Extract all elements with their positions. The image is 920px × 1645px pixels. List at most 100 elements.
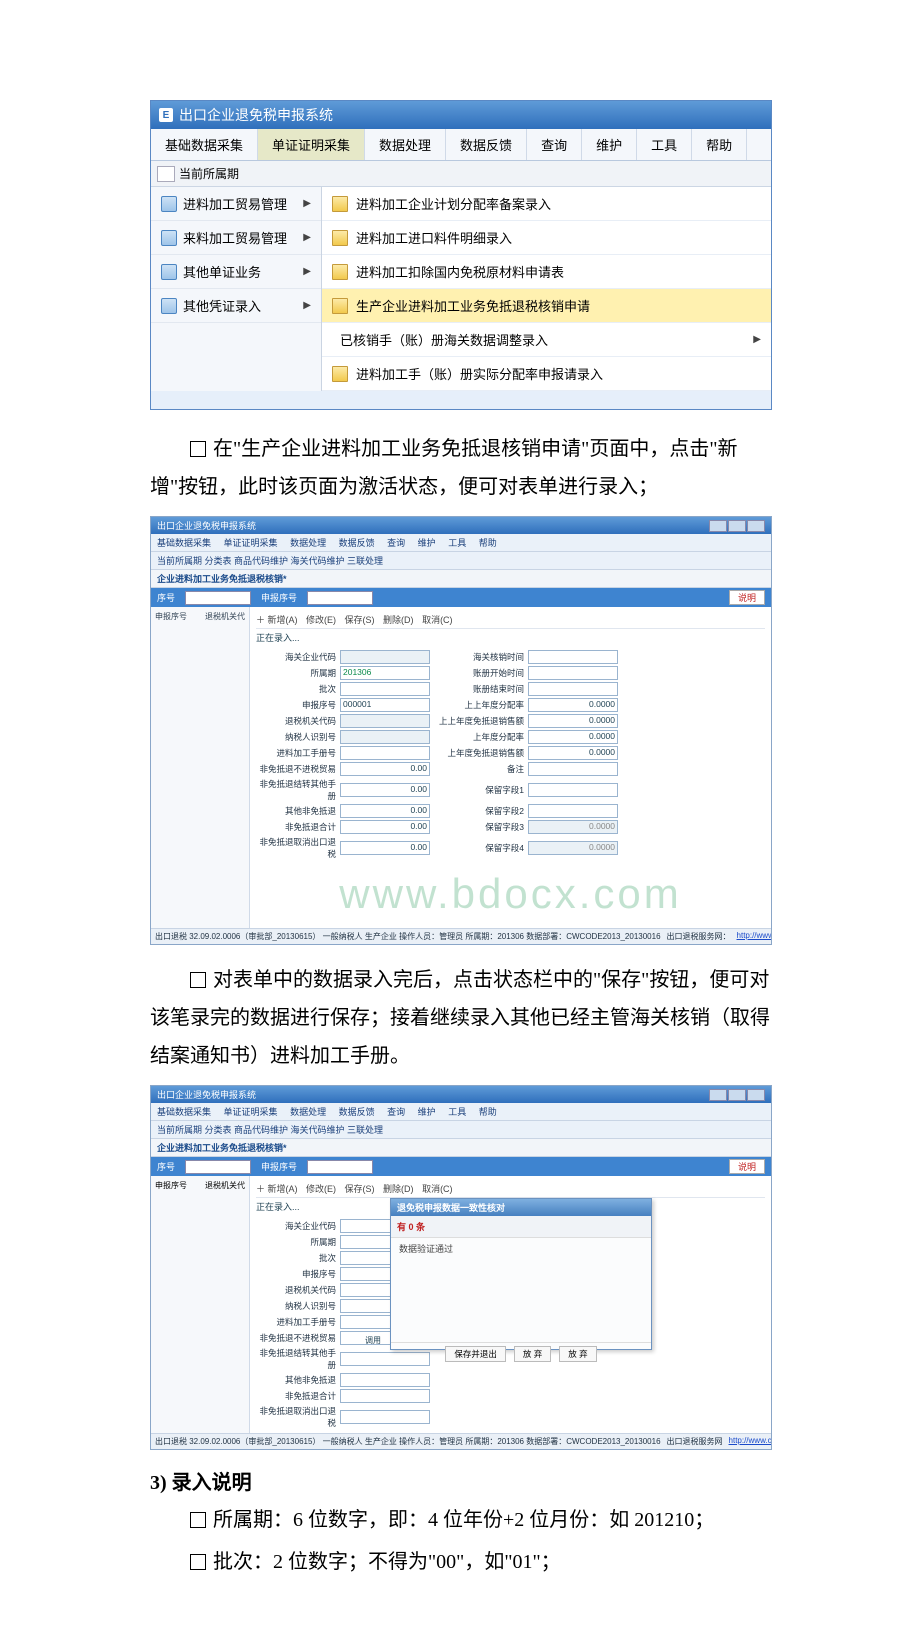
menu-item[interactable]: 数据处理 bbox=[290, 538, 326, 548]
add-button[interactable]: ＋ 新增(A) bbox=[256, 615, 298, 625]
field-value[interactable]: 0.00 bbox=[340, 841, 430, 855]
app-title: 出口企业退免税申报系统 bbox=[179, 105, 333, 125]
cancel-button[interactable]: 取消(C) bbox=[422, 615, 453, 625]
menu-item[interactable]: 帮助 bbox=[479, 1107, 497, 1117]
submenu-right-item-3[interactable]: 生产企业进料加工业务免抵退税核销申请 bbox=[322, 289, 771, 323]
dialog-discard-button[interactable]: 放 弃 bbox=[559, 1346, 596, 1362]
edit-button[interactable]: 修改(E) bbox=[306, 615, 336, 625]
field-value[interactable]: 000001 bbox=[340, 698, 430, 712]
menu-item[interactable]: 数据反馈 bbox=[339, 1107, 375, 1117]
field-value[interactable]: 0.0000 bbox=[528, 730, 618, 744]
cancel-button[interactable]: 取消(C) bbox=[422, 1184, 453, 1194]
filter-input-1[interactable] bbox=[185, 591, 251, 605]
field-value[interactable] bbox=[528, 762, 618, 776]
filter-input-2[interactable] bbox=[307, 1160, 373, 1174]
help-button[interactable]: 说明 bbox=[729, 590, 765, 605]
menu-item[interactable]: 数据反馈 bbox=[339, 538, 375, 548]
filter-input-1[interactable] bbox=[185, 1160, 251, 1174]
menu-item[interactable]: 工具 bbox=[448, 1107, 466, 1117]
menu-item[interactable]: 基础数据采集 bbox=[157, 538, 211, 548]
field-value[interactable] bbox=[528, 682, 618, 696]
field-value[interactable]: 0.0000 bbox=[528, 714, 618, 728]
field-value[interactable] bbox=[340, 714, 430, 728]
window-footer bbox=[151, 391, 771, 409]
menu-item[interactable]: 帮助 bbox=[479, 538, 497, 548]
field-value[interactable]: 0.0000 bbox=[528, 746, 618, 760]
field-value[interactable] bbox=[340, 1389, 430, 1403]
menu-item-1[interactable]: 单证证明采集 bbox=[258, 129, 365, 160]
add-button[interactable]: ＋ 新增(A) bbox=[256, 1184, 298, 1194]
field-value[interactable]: 201306 bbox=[340, 666, 430, 680]
field-value[interactable] bbox=[528, 666, 618, 680]
filter-input-2[interactable] bbox=[307, 591, 373, 605]
dialog-cancel-button[interactable]: 放 弃 bbox=[514, 1346, 551, 1362]
section-heading: 3) 录入说明 bbox=[150, 1466, 770, 1495]
menu-item-3[interactable]: 数据反馈 bbox=[446, 129, 527, 160]
field-value[interactable] bbox=[340, 650, 430, 664]
menu-item[interactable]: 查询 bbox=[387, 538, 405, 548]
field-value[interactable]: 0.0000 bbox=[528, 698, 618, 712]
delete-button[interactable]: 删除(D) bbox=[383, 615, 414, 625]
toolbar-label: 当前所属期 bbox=[179, 165, 239, 182]
status-link[interactable]: http://www.chinachts.com/showcn/vshowcn/… bbox=[737, 931, 771, 942]
field-label: 备注 bbox=[434, 763, 524, 775]
help-button[interactable]: 说明 bbox=[729, 1159, 765, 1174]
menu-item-4[interactable]: 查询 bbox=[527, 129, 582, 160]
menu-item[interactable]: 工具 bbox=[448, 538, 466, 548]
field-value[interactable] bbox=[528, 783, 618, 797]
field-value[interactable]: 0.0000 bbox=[528, 841, 618, 855]
validation-dialog: 退免税申报数据一致性核对 有 0 条 数据验证通过 保存并退出 放 弃 放 弃 … bbox=[390, 1198, 652, 1350]
menu-item-2[interactable]: 数据处理 bbox=[365, 129, 446, 160]
active-tab[interactable]: 企业进料加工业务免抵退税核销* bbox=[151, 1139, 771, 1157]
paragraph-text: 在"生产企业进料加工业务免抵退核销申请"页面中，点击"新增"按钮，此时该页面为激… bbox=[150, 438, 738, 498]
submenu-right-item-5[interactable]: 进料加工手（账）册实际分配率申报请录入 bbox=[322, 357, 771, 391]
delete-button[interactable]: 删除(D) bbox=[383, 1184, 414, 1194]
field-value[interactable] bbox=[528, 804, 618, 818]
menu-item-6[interactable]: 工具 bbox=[637, 129, 692, 160]
column-header: 申报序号 bbox=[155, 1180, 187, 1191]
menu-item[interactable]: 维护 bbox=[418, 1107, 436, 1117]
save-button[interactable]: 保存(S) bbox=[345, 615, 375, 625]
menu-item[interactable]: 查询 bbox=[387, 1107, 405, 1117]
menu-item-7[interactable]: 帮助 bbox=[692, 129, 747, 160]
submenu-left-item-3[interactable]: 其他凭证录入 ▶ bbox=[151, 289, 321, 323]
save-button[interactable]: 保存(S) bbox=[345, 1184, 375, 1194]
field-label: 上年度分配率 bbox=[434, 731, 524, 743]
menu-item-0[interactable]: 基础数据采集 bbox=[151, 129, 258, 160]
field-value[interactable] bbox=[340, 1373, 430, 1387]
field-value[interactable] bbox=[340, 746, 430, 760]
field-value[interactable]: 0.00 bbox=[340, 820, 430, 834]
field-value[interactable]: 0.00 bbox=[340, 783, 430, 797]
menu-item[interactable]: 单证证明采集 bbox=[224, 1107, 278, 1117]
dialog-save-button[interactable]: 保存并退出 bbox=[445, 1346, 506, 1362]
edit-button[interactable]: 修改(E) bbox=[306, 1184, 336, 1194]
filter-label: 序号 bbox=[157, 591, 175, 604]
menu-item-5[interactable]: 维护 bbox=[582, 129, 637, 160]
field-value[interactable]: 0.00 bbox=[340, 762, 430, 776]
field-value[interactable] bbox=[528, 650, 618, 664]
field-value[interactable] bbox=[340, 1410, 430, 1424]
menu-item[interactable]: 基础数据采集 bbox=[157, 1107, 211, 1117]
submenu-left-item-2[interactable]: 其他单证业务 ▶ bbox=[151, 255, 321, 289]
menu-item[interactable]: 数据处理 bbox=[290, 1107, 326, 1117]
checkbox-icon bbox=[190, 441, 206, 457]
submenu-right-item-2[interactable]: 进料加工扣除国内免税原材料申请表 bbox=[322, 255, 771, 289]
field-value[interactable]: 0.00 bbox=[340, 804, 430, 818]
active-tab[interactable]: 企业进料加工业务免抵退税核销* bbox=[151, 570, 771, 588]
column-header: 退税机关代 bbox=[205, 611, 245, 622]
menu-item[interactable]: 维护 bbox=[418, 538, 436, 548]
menu-item[interactable]: 单证证明采集 bbox=[224, 538, 278, 548]
submenu-right-item-1[interactable]: 进料加工进口料件明细录入 bbox=[322, 221, 771, 255]
submenu-left-item-1[interactable]: 来料加工贸易管理 ▶ bbox=[151, 221, 321, 255]
field-value[interactable]: 0.0000 bbox=[528, 820, 618, 834]
field-value[interactable] bbox=[340, 682, 430, 696]
submenu-left-item-0[interactable]: 进料加工贸易管理 ▶ bbox=[151, 187, 321, 221]
loading-label: 正在录入... bbox=[256, 629, 765, 646]
submenu-right-item-0[interactable]: 进料加工企业计划分配率备案录入 bbox=[322, 187, 771, 221]
submenu-right-item-4[interactable]: 已核销手（账）册海关数据调整录入 ▶ bbox=[322, 323, 771, 357]
paragraph-text: 对表单中的数据录入完后，点击状态栏中的"保存"按钮，便可对该笔录完的数据进行保存… bbox=[150, 969, 770, 1067]
status-link[interactable]: http://www.chinachts.com/showcn/vshowcn/… bbox=[729, 1436, 771, 1447]
field-value[interactable] bbox=[340, 730, 430, 744]
window-controls[interactable] bbox=[709, 1089, 765, 1101]
window-controls[interactable] bbox=[709, 520, 765, 532]
